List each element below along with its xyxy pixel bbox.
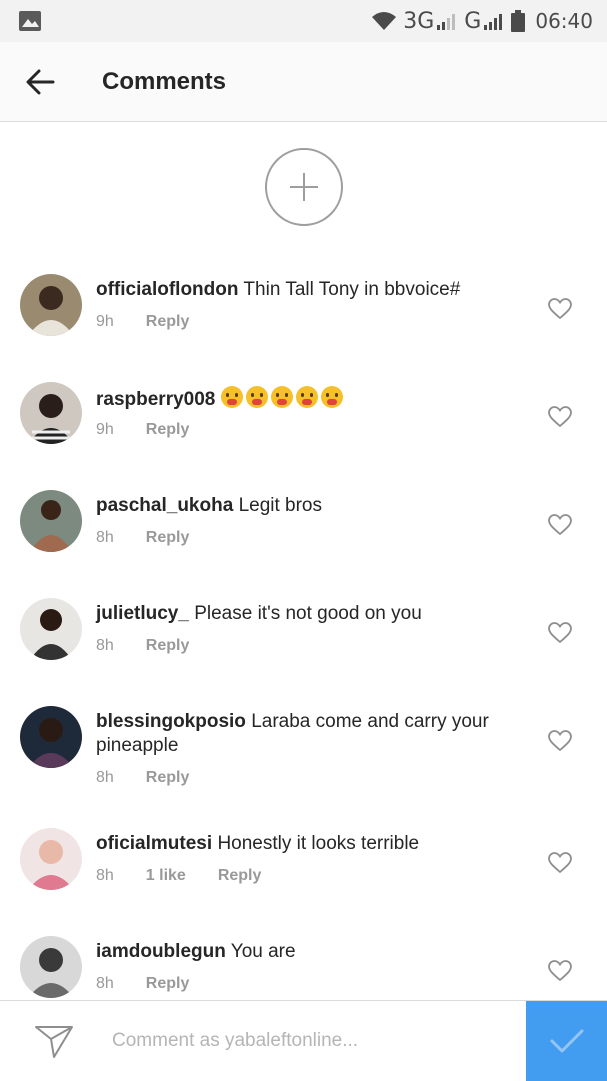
- comment-username[interactable]: raspberry008: [96, 389, 215, 410]
- avatar[interactable]: [20, 382, 82, 444]
- reply-button[interactable]: Reply: [146, 421, 190, 439]
- avatar[interactable]: [20, 598, 82, 660]
- comment-text: blessingokposio Laraba come and carry yo…: [96, 710, 516, 758]
- comment-item: raspberry008 9h Reply: [0, 380, 607, 480]
- status-bar: 3G G 06:40: [0, 0, 607, 42]
- comment-time: 8h: [96, 867, 114, 884]
- comment-emojis: [220, 386, 346, 410]
- comment-meta: 8h Reply: [96, 637, 189, 655]
- heart-icon[interactable]: [548, 852, 572, 874]
- plus-icon: [290, 173, 318, 201]
- comment-meta: 9h Reply: [96, 421, 189, 439]
- wifi-icon: [372, 12, 397, 30]
- comment-username[interactable]: iamdoublegun: [96, 941, 226, 962]
- load-more-comments-button[interactable]: [265, 148, 343, 226]
- avatar[interactable]: [20, 706, 82, 768]
- comment-meta: 8h Reply: [96, 975, 189, 993]
- comment-body: Please it's not good on you: [194, 603, 422, 624]
- reply-button[interactable]: Reply: [146, 637, 190, 655]
- comment-item: julietlucy_ Please it's not good on you …: [0, 596, 607, 696]
- comment-username[interactable]: officialoflondon: [96, 279, 238, 300]
- comment-username[interactable]: blessingokposio: [96, 711, 246, 732]
- comment-time: 8h: [96, 769, 114, 786]
- comment-meta: 8h Reply: [96, 529, 189, 547]
- signal-bars-icon: [437, 14, 456, 30]
- avatar[interactable]: [20, 490, 82, 552]
- comment-meta: 9h Reply: [96, 313, 189, 331]
- gallery-notification-icon: [19, 11, 41, 31]
- reply-button[interactable]: Reply: [146, 975, 190, 993]
- comment-time: 9h: [96, 421, 114, 438]
- signal-bars-icon: [484, 14, 503, 30]
- avatar[interactable]: [20, 274, 82, 336]
- emoji: [245, 386, 268, 408]
- comment-meta: 8h 1 like Reply: [96, 867, 261, 885]
- comment-text: officialoflondon Thin Tall Tony in bbvoi…: [96, 278, 516, 302]
- comment-body: Thin Tall Tony in bbvoice#: [243, 279, 461, 300]
- network-3g-label: 3G: [403, 8, 435, 34]
- comment-item: paschal_ukoha Legit bros 8h Reply: [0, 488, 607, 588]
- comment-item: oficialmutesi Honestly it looks terrible…: [0, 826, 607, 926]
- heart-icon[interactable]: [548, 514, 572, 536]
- reply-button[interactable]: Reply: [218, 867, 262, 885]
- comment-username[interactable]: julietlucy_: [96, 603, 189, 624]
- comment-time: 9h: [96, 313, 114, 330]
- comment-username[interactable]: paschal_ukoha: [96, 495, 233, 516]
- emoji: [320, 386, 343, 408]
- comment-time: 8h: [96, 975, 114, 992]
- comment-text: iamdoublegun You are: [96, 940, 516, 964]
- arrow-back-icon: [26, 69, 55, 94]
- battery-icon: [511, 10, 526, 32]
- comment-body: You are: [230, 941, 296, 962]
- page-title: Comments: [102, 67, 227, 95]
- app-bar: Comments: [0, 42, 607, 122]
- avatar[interactable]: [20, 936, 82, 998]
- comment-composer: [0, 1000, 607, 1081]
- comment-body: Legit bros: [238, 495, 323, 516]
- comment-likes[interactable]: 1 like: [146, 867, 186, 885]
- network-g-label: G: [464, 8, 482, 34]
- clock: 06:40: [535, 9, 593, 33]
- heart-icon[interactable]: [548, 406, 572, 428]
- comment-meta: 8h Reply: [96, 769, 189, 787]
- comment-item: blessingokposio Laraba come and carry yo…: [0, 704, 607, 820]
- comment-username[interactable]: oficialmutesi: [96, 833, 212, 854]
- heart-icon[interactable]: [548, 960, 572, 982]
- avatar[interactable]: [20, 828, 82, 890]
- comment-time: 8h: [96, 637, 114, 654]
- reply-button[interactable]: Reply: [146, 313, 190, 331]
- emoji: [295, 386, 318, 408]
- comment-text: paschal_ukoha Legit bros: [96, 494, 516, 518]
- emoji: [270, 386, 293, 408]
- back-button[interactable]: [0, 42, 80, 122]
- comment-body: Honestly it looks terrible: [217, 833, 420, 854]
- post-comment-button[interactable]: [526, 1001, 607, 1081]
- comment-time: 8h: [96, 529, 114, 546]
- comment-text: julietlucy_ Please it's not good on you: [96, 602, 516, 626]
- heart-icon[interactable]: [548, 730, 572, 752]
- comment-item: officialoflondon Thin Tall Tony in bbvoi…: [0, 272, 607, 372]
- signal-g: G: [464, 9, 505, 34]
- reply-button[interactable]: Reply: [146, 529, 190, 547]
- comment-item: iamdoublegun You are 8h Reply: [0, 934, 607, 1000]
- signal-3g: 3G: [403, 9, 458, 34]
- checkmark-icon: [550, 1029, 583, 1053]
- comment-input[interactable]: [112, 1019, 512, 1063]
- reply-button[interactable]: Reply: [146, 769, 190, 787]
- comment-text: raspberry008: [96, 386, 516, 412]
- emoji: [220, 386, 243, 408]
- heart-icon[interactable]: [548, 622, 572, 644]
- comment-text: oficialmutesi Honestly it looks terrible: [96, 832, 516, 856]
- direct-send-icon[interactable]: [34, 1021, 74, 1061]
- heart-icon[interactable]: [548, 298, 572, 320]
